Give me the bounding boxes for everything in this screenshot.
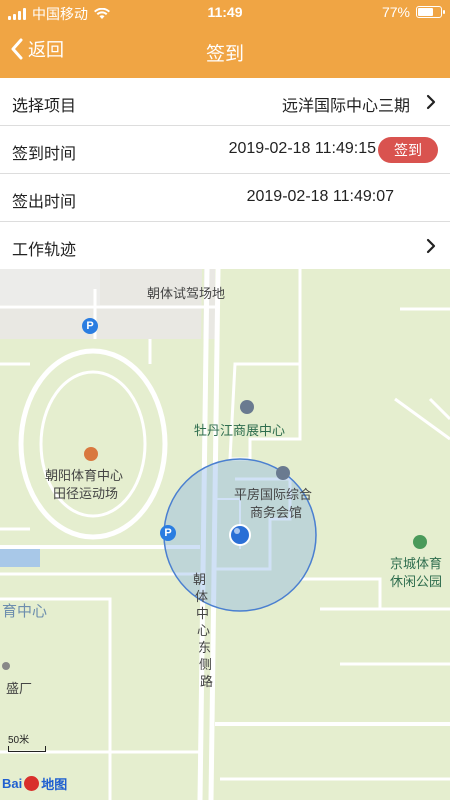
signin-row: 签到时间 2019-02-18 11:49:15 签到	[0, 126, 450, 174]
poi-dot-icon	[2, 662, 10, 670]
parking-icon: P	[160, 525, 176, 541]
app-header: 中国移动 11:49 77% 返回 签到	[0, 0, 450, 78]
map-label-driving-range: 朝体试驾场地	[147, 286, 226, 301]
map-label-stadium-1: 朝阳体育中心	[45, 468, 124, 483]
page-title: 签到	[205, 44, 244, 65]
park-icon	[413, 535, 427, 549]
signout-row: 签出时间 2019-02-18 11:49:07	[0, 174, 450, 222]
battery-icon	[416, 6, 445, 18]
battery-percent: 77%	[381, 4, 410, 20]
signin-label: 签到时间	[12, 146, 77, 163]
map-label-jingcheng-1: 京城体育	[390, 556, 443, 571]
baidu-logo-text: Bai	[2, 776, 23, 791]
battery-fill	[418, 8, 434, 16]
project-label: 选择项目	[12, 98, 77, 115]
chevron-right-icon	[426, 94, 436, 110]
road-char-6: 路	[200, 674, 214, 689]
baidu-logo-suffix: 地图	[41, 777, 68, 792]
parking-icon: P	[82, 318, 98, 334]
map-label-pingfang-2: 商务会馆	[250, 505, 303, 520]
map-label-mudanjiang: 牡丹江商展中心	[194, 423, 286, 438]
signout-time: 2019-02-18 11:49:07	[246, 188, 394, 205]
project-row[interactable]: 选择项目 远洋国际中心三期	[0, 78, 450, 126]
baidu-paw-icon	[24, 776, 40, 791]
map-label-stadium-2: 田径运动场	[53, 486, 119, 501]
project-value: 远洋国际中心三期	[281, 98, 410, 115]
status-right: 77%	[381, 4, 445, 20]
map-label-pingfang-1: 平房国际综合	[234, 487, 313, 502]
map-label-sports-center: 育中心	[2, 603, 48, 620]
stadium-icon	[84, 447, 98, 461]
map-label-jingcheng-2: 休闲公园	[390, 574, 443, 589]
chevron-right-icon	[426, 238, 436, 254]
nav-bar: 返回 签到	[0, 26, 450, 78]
map-canvas	[0, 269, 450, 800]
hotel-icon	[276, 466, 290, 480]
signin-time: 2019-02-18 11:49:15	[228, 140, 376, 157]
signout-label: 签出时间	[12, 194, 77, 211]
track-row[interactable]: 工作轨迹	[0, 222, 450, 270]
map-scale-label: 50米	[8, 735, 30, 746]
map-scale-bar	[8, 746, 46, 752]
map-label-shengchang: 盛厂	[6, 681, 33, 696]
track-label: 工作轨迹	[12, 242, 77, 259]
signin-button[interactable]: 签到	[378, 137, 438, 163]
baidu-map-logo: Bai 地图	[2, 774, 67, 793]
map-view[interactable]: 朝体试驾场地 P P 朝阳体育中心 田径运动场 牡丹江商展中心 平房国际综合 商…	[0, 269, 450, 800]
building-icon	[240, 400, 254, 414]
status-bar: 中国移动 11:49 77%	[0, 0, 450, 26]
